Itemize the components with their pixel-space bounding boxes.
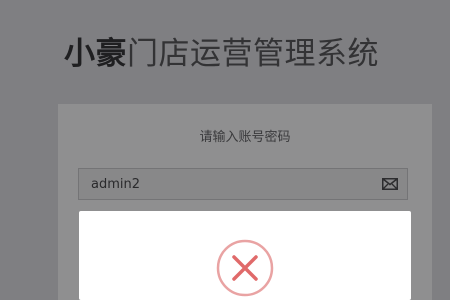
system-name: 门店运营管理系统 — [127, 36, 379, 72]
error-dialog — [79, 211, 411, 300]
error-x-circle-icon — [216, 239, 274, 297]
page-title: 小豪门店运营管理系统 — [64, 32, 379, 76]
brand-name: 小豪 — [64, 36, 127, 72]
login-subtitle: 请输入账号密码 — [199, 130, 291, 145]
username-input[interactable] — [79, 169, 381, 199]
mail-icon — [382, 178, 398, 190]
username-field[interactable] — [78, 168, 408, 200]
